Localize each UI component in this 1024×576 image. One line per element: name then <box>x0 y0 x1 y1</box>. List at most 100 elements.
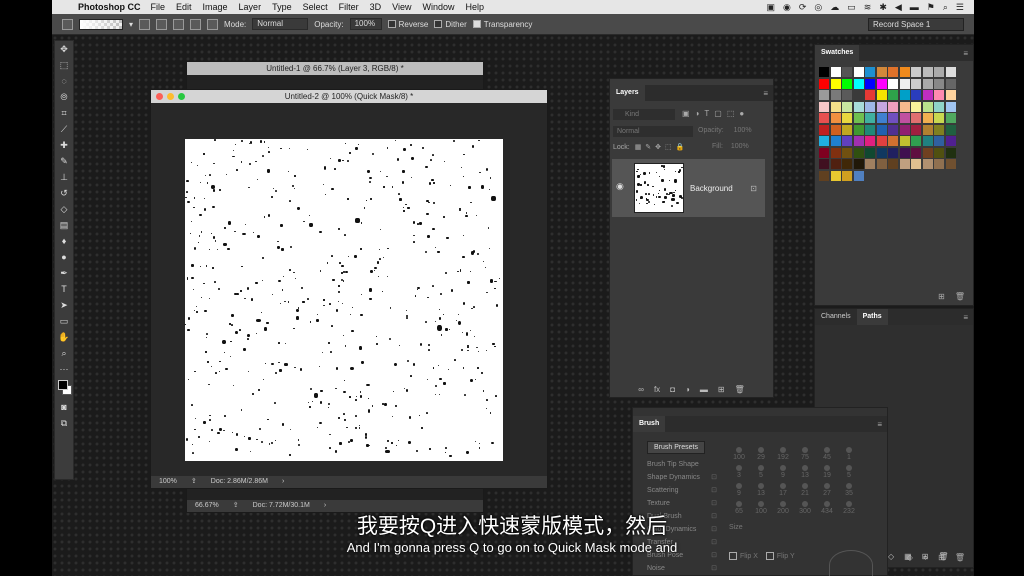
document-title-bar[interactable]: Untitled-1 @ 66.7% (Layer 3, RGB/8) * <box>187 62 483 75</box>
swatch[interactable] <box>830 170 841 181</box>
swatch[interactable] <box>842 136 852 146</box>
quick-select-tool-icon[interactable]: ⦾ <box>55 89 73 105</box>
reflected-gradient-button[interactable] <box>190 18 202 30</box>
swatch[interactable] <box>911 159 921 169</box>
swatch[interactable] <box>876 90 887 100</box>
swatch[interactable] <box>865 113 875 123</box>
swatch[interactable] <box>945 159 956 169</box>
swatch[interactable] <box>934 147 944 158</box>
swatch[interactable] <box>934 101 944 112</box>
brush-tip[interactable]: 27 <box>817 482 837 498</box>
swatch[interactable] <box>911 67 921 77</box>
swatch[interactable] <box>865 67 875 77</box>
swatch[interactable] <box>945 67 956 77</box>
swatch[interactable] <box>819 147 829 158</box>
swatch[interactable] <box>876 78 887 89</box>
lasso-tool-icon[interactable]: ◌ <box>55 73 73 89</box>
swatch[interactable] <box>819 78 829 89</box>
swatch[interactable] <box>934 136 944 146</box>
eraser-tool-icon[interactable]: ◇ <box>55 201 73 217</box>
tool-preset-picker[interactable] <box>62 18 73 30</box>
diamond-gradient-button[interactable] <box>207 18 219 30</box>
menu-file[interactable]: File <box>151 2 166 12</box>
path-select-tool-icon[interactable]: ➤ <box>55 297 73 313</box>
close-button[interactable] <box>156 93 163 100</box>
blur-tool-icon[interactable]: ♦ <box>55 233 73 249</box>
swatch[interactable] <box>888 113 898 123</box>
lock-icon[interactable]: ⊡ <box>711 471 717 484</box>
adobe-icon[interactable]: ◉ <box>783 2 791 13</box>
lock-icon[interactable]: ⊡ <box>750 184 757 193</box>
swatch[interactable] <box>865 124 875 135</box>
swatch[interactable] <box>922 101 933 112</box>
swatch[interactable] <box>945 124 956 135</box>
add-mask-icon[interactable]: ◘ <box>670 385 675 394</box>
brush-tip[interactable]: 17 <box>773 482 793 498</box>
swatch[interactable] <box>842 170 852 181</box>
cloud-icon[interactable]: ☁ <box>830 2 839 13</box>
swatch[interactable] <box>853 124 864 135</box>
brush-option-shape-dynamics[interactable]: Shape Dynamics ⊡ <box>635 471 721 484</box>
swatch[interactable] <box>899 101 910 112</box>
swatch[interactable] <box>945 147 956 158</box>
swatch[interactable] <box>922 90 933 100</box>
adjustment-layer-icon[interactable]: ◑ <box>685 385 690 394</box>
swatch[interactable] <box>934 78 944 89</box>
swatch[interactable] <box>819 67 829 77</box>
menu-view[interactable]: View <box>392 2 411 12</box>
swatch[interactable] <box>888 159 898 169</box>
chevron-right-icon[interactable]: › <box>282 476 284 488</box>
new-layer-icon[interactable]: ⊞ <box>718 385 725 394</box>
swatch[interactable] <box>911 147 921 158</box>
swatch[interactable] <box>819 90 829 100</box>
brush-tip[interactable]: 35 <box>839 482 859 498</box>
foreground-color[interactable] <box>58 380 68 390</box>
wifi-icon[interactable]: ≋ <box>864 2 872 13</box>
swatch[interactable] <box>922 67 933 77</box>
swatch[interactable] <box>888 136 898 146</box>
tab-channels[interactable]: Channels <box>815 309 857 325</box>
brush-tip[interactable]: 5 <box>751 464 771 480</box>
swatch[interactable] <box>911 113 921 123</box>
angle-gradient-button[interactable] <box>173 18 185 30</box>
airplay-icon[interactable]: ▭ <box>847 2 856 13</box>
swatch[interactable] <box>865 90 875 100</box>
brush-tip[interactable]: 13 <box>795 464 815 480</box>
brush-tip[interactable]: 192 <box>773 446 793 462</box>
swatch[interactable] <box>934 113 944 123</box>
swatch[interactable] <box>876 67 887 77</box>
swatch-grid[interactable] <box>819 67 956 181</box>
linear-gradient-button[interactable] <box>139 18 151 30</box>
healing-tool-icon[interactable]: ✚ <box>55 137 73 153</box>
layer-filter-icons[interactable]: ▣◑T▢⬚● <box>682 109 749 118</box>
search-icon[interactable]: ⌕ <box>943 2 948 13</box>
swatch[interactable] <box>922 159 933 169</box>
brush-tip[interactable]: 9 <box>729 482 749 498</box>
swatch[interactable] <box>911 136 921 146</box>
swatch[interactable] <box>842 90 852 100</box>
swatch[interactable] <box>888 124 898 135</box>
share-icon[interactable]: ⇪ <box>191 476 197 488</box>
tab-swatches[interactable]: Swatches <box>815 45 860 61</box>
swatch[interactable] <box>853 78 864 89</box>
zoom-button[interactable] <box>178 93 185 100</box>
new-group-icon[interactable]: ▬ <box>700 385 708 394</box>
swatch[interactable] <box>819 159 829 169</box>
menu-select[interactable]: Select <box>303 2 328 12</box>
brush-tip[interactable]: 1 <box>839 446 859 462</box>
swatch[interactable] <box>865 78 875 89</box>
swatch[interactable] <box>865 136 875 146</box>
pen-tool-icon[interactable]: ✒ <box>55 265 73 281</box>
swatch[interactable] <box>876 147 887 158</box>
crop-tool-icon[interactable]: ⌗ <box>55 105 73 121</box>
app-name[interactable]: Photoshop CC <box>78 2 141 12</box>
swatch[interactable] <box>830 78 841 89</box>
swatch[interactable] <box>830 147 841 158</box>
swatch[interactable] <box>830 159 841 169</box>
tab-brush[interactable]: Brush <box>633 416 666 432</box>
tab-layers[interactable]: Layers <box>610 85 645 101</box>
layer-visibility-eye-icon[interactable]: ◉ <box>616 181 624 192</box>
swatch[interactable] <box>922 113 933 123</box>
menu-layer[interactable]: Layer <box>239 2 262 12</box>
swatch[interactable] <box>899 113 910 123</box>
